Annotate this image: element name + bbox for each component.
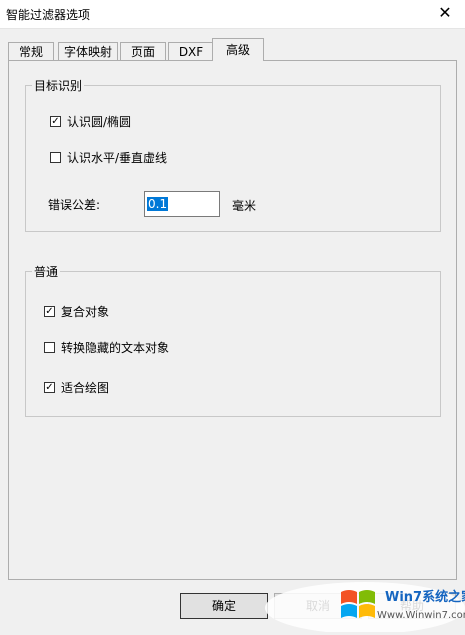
checkbox-checked-icon[interactable]: ✓ bbox=[44, 382, 55, 393]
tolerance-unit: 毫米 bbox=[232, 199, 257, 213]
checkbox-checked-icon[interactable]: ✓ bbox=[44, 306, 55, 317]
tolerance-value: 0.1 bbox=[147, 197, 169, 211]
close-icon[interactable]: ✕ bbox=[435, 4, 455, 22]
fit-to-drawing-checkbox[interactable]: ✓ 适合绘图 bbox=[44, 380, 244, 396]
target-recognition-title: 目标识别 bbox=[32, 77, 85, 94]
watermark-url: Www.Winwin7.com bbox=[377, 610, 465, 621]
convert-hidden-text-label: 转换隐藏的文本对象 bbox=[61, 341, 170, 355]
ok-button[interactable]: 确定 bbox=[180, 593, 268, 619]
tab-font-mapping[interactable]: 字体映射 bbox=[58, 42, 118, 60]
tab-general[interactable]: 常规 bbox=[8, 42, 54, 60]
recognize-circle-label: 认识圆/椭圆 bbox=[67, 115, 132, 129]
tab-page[interactable]: 页面 bbox=[120, 42, 166, 60]
checkbox-unchecked-icon[interactable] bbox=[50, 152, 61, 163]
title-bar: 智能过滤器选项 ✕ bbox=[0, 0, 465, 29]
tab-advanced[interactable]: 高级 bbox=[212, 38, 264, 61]
convert-hidden-text-checkbox[interactable]: 转换隐藏的文本对象 bbox=[44, 340, 284, 356]
tolerance-label: 错误公差: bbox=[48, 198, 101, 212]
general-group: 普通 ✓ 复合对象 转换隐藏的文本对象 ✓ 适合绘图 bbox=[25, 263, 441, 417]
watermark-text: Win7系统之家 bbox=[385, 590, 465, 605]
tolerance-input[interactable]: 0.1 bbox=[144, 191, 220, 217]
checkbox-checked-icon[interactable]: ✓ bbox=[50, 116, 61, 127]
checkbox-unchecked-icon[interactable] bbox=[44, 342, 55, 353]
compound-objects-label: 复合对象 bbox=[61, 305, 110, 319]
tab-dxf[interactable]: DXF bbox=[168, 42, 214, 60]
watermark-logo: Win7系统之家 Www.Winwin7.com bbox=[265, 578, 465, 634]
recognize-dashed-lines-label: 认识水平/垂直虚线 bbox=[67, 151, 168, 165]
target-recognition-group: 目标识别 ✓ 认识圆/椭圆 认识水平/垂直虚线 错误公差: 0.1 毫米 bbox=[25, 77, 441, 232]
advanced-panel: 目标识别 ✓ 认识圆/椭圆 认识水平/垂直虚线 错误公差: 0.1 毫米 普通 … bbox=[8, 60, 457, 580]
general-group-title: 普通 bbox=[32, 263, 61, 280]
fit-to-drawing-label: 适合绘图 bbox=[61, 381, 110, 395]
recognize-circle-checkbox[interactable]: ✓ 认识圆/椭圆 bbox=[50, 114, 250, 130]
recognize-dashed-lines-checkbox[interactable]: 认识水平/垂直虚线 bbox=[50, 150, 250, 166]
window-title: 智能过滤器选项 bbox=[6, 8, 91, 22]
compound-objects-checkbox[interactable]: ✓ 复合对象 bbox=[44, 304, 244, 320]
